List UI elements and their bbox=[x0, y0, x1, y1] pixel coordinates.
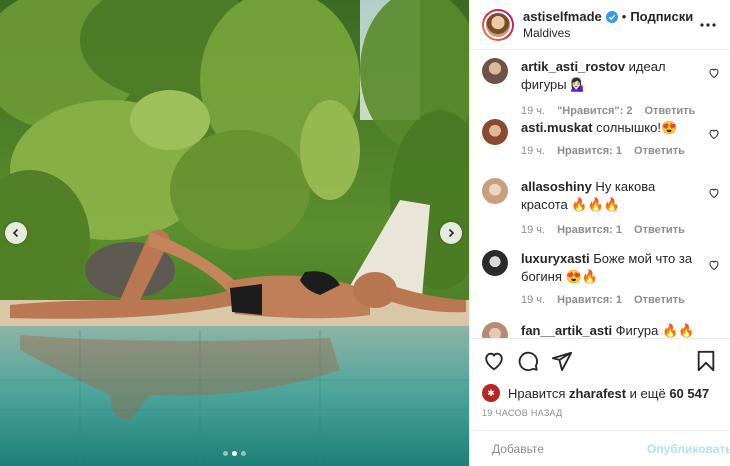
comment-text: солнышко!😍 bbox=[592, 120, 678, 135]
like-comment-heart-icon[interactable] bbox=[708, 259, 720, 271]
comment-time[interactable]: 19 ч. bbox=[521, 224, 545, 236]
bookmark-icon bbox=[697, 350, 715, 371]
comment-reply-button[interactable]: Ответить bbox=[634, 145, 685, 157]
comment-avatar[interactable] bbox=[482, 178, 508, 204]
carousel-dot bbox=[241, 451, 246, 456]
comment-likes[interactable]: "Нравится": 2 bbox=[557, 105, 632, 117]
comments-list[interactable]: artik_asti_rostov идеал фигуры 💁🏻‍♀️ 19 … bbox=[470, 50, 730, 338]
comment-bubble-icon bbox=[518, 351, 538, 371]
comment-item: luxuryxasti Боже мой что за богиня 😍🔥 19… bbox=[482, 250, 720, 316]
header-separator: • bbox=[621, 8, 627, 24]
like-comment-heart-icon[interactable] bbox=[708, 128, 720, 140]
post-side-panel: astiselfmade • Подписки Maldives artik_a… bbox=[469, 0, 730, 466]
instagram-post: astiselfmade • Подписки Maldives artik_a… bbox=[0, 0, 730, 466]
carousel-dot-active bbox=[232, 451, 237, 456]
post-photo[interactable] bbox=[0, 0, 469, 466]
comment-username[interactable]: luxuryxasti bbox=[521, 251, 590, 266]
comment-item: allasoshiny Ну какова красота 🔥🔥🔥 19 ч. … bbox=[482, 178, 720, 244]
likes-prefix: Нравится bbox=[508, 385, 569, 401]
chevron-right-icon bbox=[448, 228, 455, 238]
previous-photo-button[interactable] bbox=[5, 222, 27, 244]
comment-avatar[interactable] bbox=[482, 250, 508, 276]
comment-avatar[interactable] bbox=[482, 119, 508, 145]
liker-avatar-glyph-icon: ✱ bbox=[487, 387, 495, 398]
comment-time[interactable]: 19 ч. bbox=[521, 145, 545, 157]
more-options-button[interactable] bbox=[698, 15, 718, 35]
post-header: astiselfmade • Подписки Maldives bbox=[470, 0, 730, 50]
carousel-dot bbox=[223, 451, 228, 456]
paper-plane-icon bbox=[551, 351, 573, 371]
comment-username[interactable]: allasoshiny bbox=[521, 179, 592, 194]
comment-button[interactable] bbox=[516, 349, 540, 373]
author-username[interactable]: astiselfmade bbox=[523, 9, 602, 25]
following-button[interactable]: Подписки bbox=[630, 9, 693, 25]
comment-username[interactable]: artik_asti_rostov bbox=[521, 59, 625, 74]
ellipsis-icon bbox=[700, 22, 716, 27]
comment-reply-button[interactable]: Ответить bbox=[634, 294, 685, 306]
like-comment-heart-icon[interactable] bbox=[708, 187, 720, 199]
likes-middle: и ещё bbox=[626, 385, 670, 401]
post-timestamp[interactable]: 19 ЧАСОВ НАЗАД bbox=[470, 404, 730, 430]
likes-count[interactable]: 60 547 bbox=[669, 386, 709, 401]
post-location[interactable]: Maldives bbox=[523, 25, 693, 41]
comment-reply-button[interactable]: Ответить bbox=[634, 224, 685, 236]
likes-summary: ✱ Нравится zharafest и ещё 60 547 bbox=[470, 382, 730, 404]
comment-username[interactable]: asti.muskat bbox=[521, 120, 593, 135]
chevron-left-icon bbox=[12, 228, 19, 238]
verified-badge-icon bbox=[605, 10, 618, 23]
comment-input[interactable] bbox=[492, 441, 647, 456]
comment-likes[interactable]: Нравится: 1 bbox=[557, 294, 622, 306]
comment-username[interactable]: fan__artik_asti bbox=[521, 323, 612, 338]
comment-item: asti.muskat солнышко!😍 19 ч. Нравится: 1… bbox=[482, 119, 720, 172]
comment-time[interactable]: 19 ч. bbox=[521, 105, 545, 117]
publish-button[interactable]: Опубликовать bbox=[647, 442, 730, 456]
comment-item: artik_asti_rostov идеал фигуры 💁🏻‍♀️ 19 … bbox=[482, 58, 720, 117]
comment-avatar[interactable] bbox=[482, 322, 508, 338]
likes-user[interactable]: zharafest bbox=[569, 386, 626, 401]
add-comment-bar: Опубликовать bbox=[470, 430, 730, 466]
post-actions-bar bbox=[470, 338, 730, 382]
photo-scene bbox=[0, 0, 469, 466]
comment-item: fan__artik_asti Фигура 🔥🔥🔥 bbox=[482, 322, 718, 338]
author-avatar[interactable] bbox=[482, 8, 514, 41]
comment-likes[interactable]: Нравится: 1 bbox=[557, 145, 622, 157]
comment-reply-button[interactable]: Ответить bbox=[644, 105, 695, 117]
comment-avatar[interactable] bbox=[482, 58, 508, 84]
carousel-indicator bbox=[0, 451, 469, 456]
comment-time[interactable]: 19 ч. bbox=[521, 294, 545, 306]
save-button[interactable] bbox=[694, 349, 718, 373]
liker-avatar[interactable]: ✱ bbox=[482, 384, 500, 402]
share-button[interactable] bbox=[550, 349, 574, 373]
next-photo-button[interactable] bbox=[440, 222, 462, 244]
comment-likes[interactable]: Нравится: 1 bbox=[557, 224, 622, 236]
heart-icon bbox=[485, 352, 503, 370]
like-button[interactable] bbox=[482, 349, 506, 373]
like-comment-heart-icon[interactable] bbox=[708, 67, 720, 79]
